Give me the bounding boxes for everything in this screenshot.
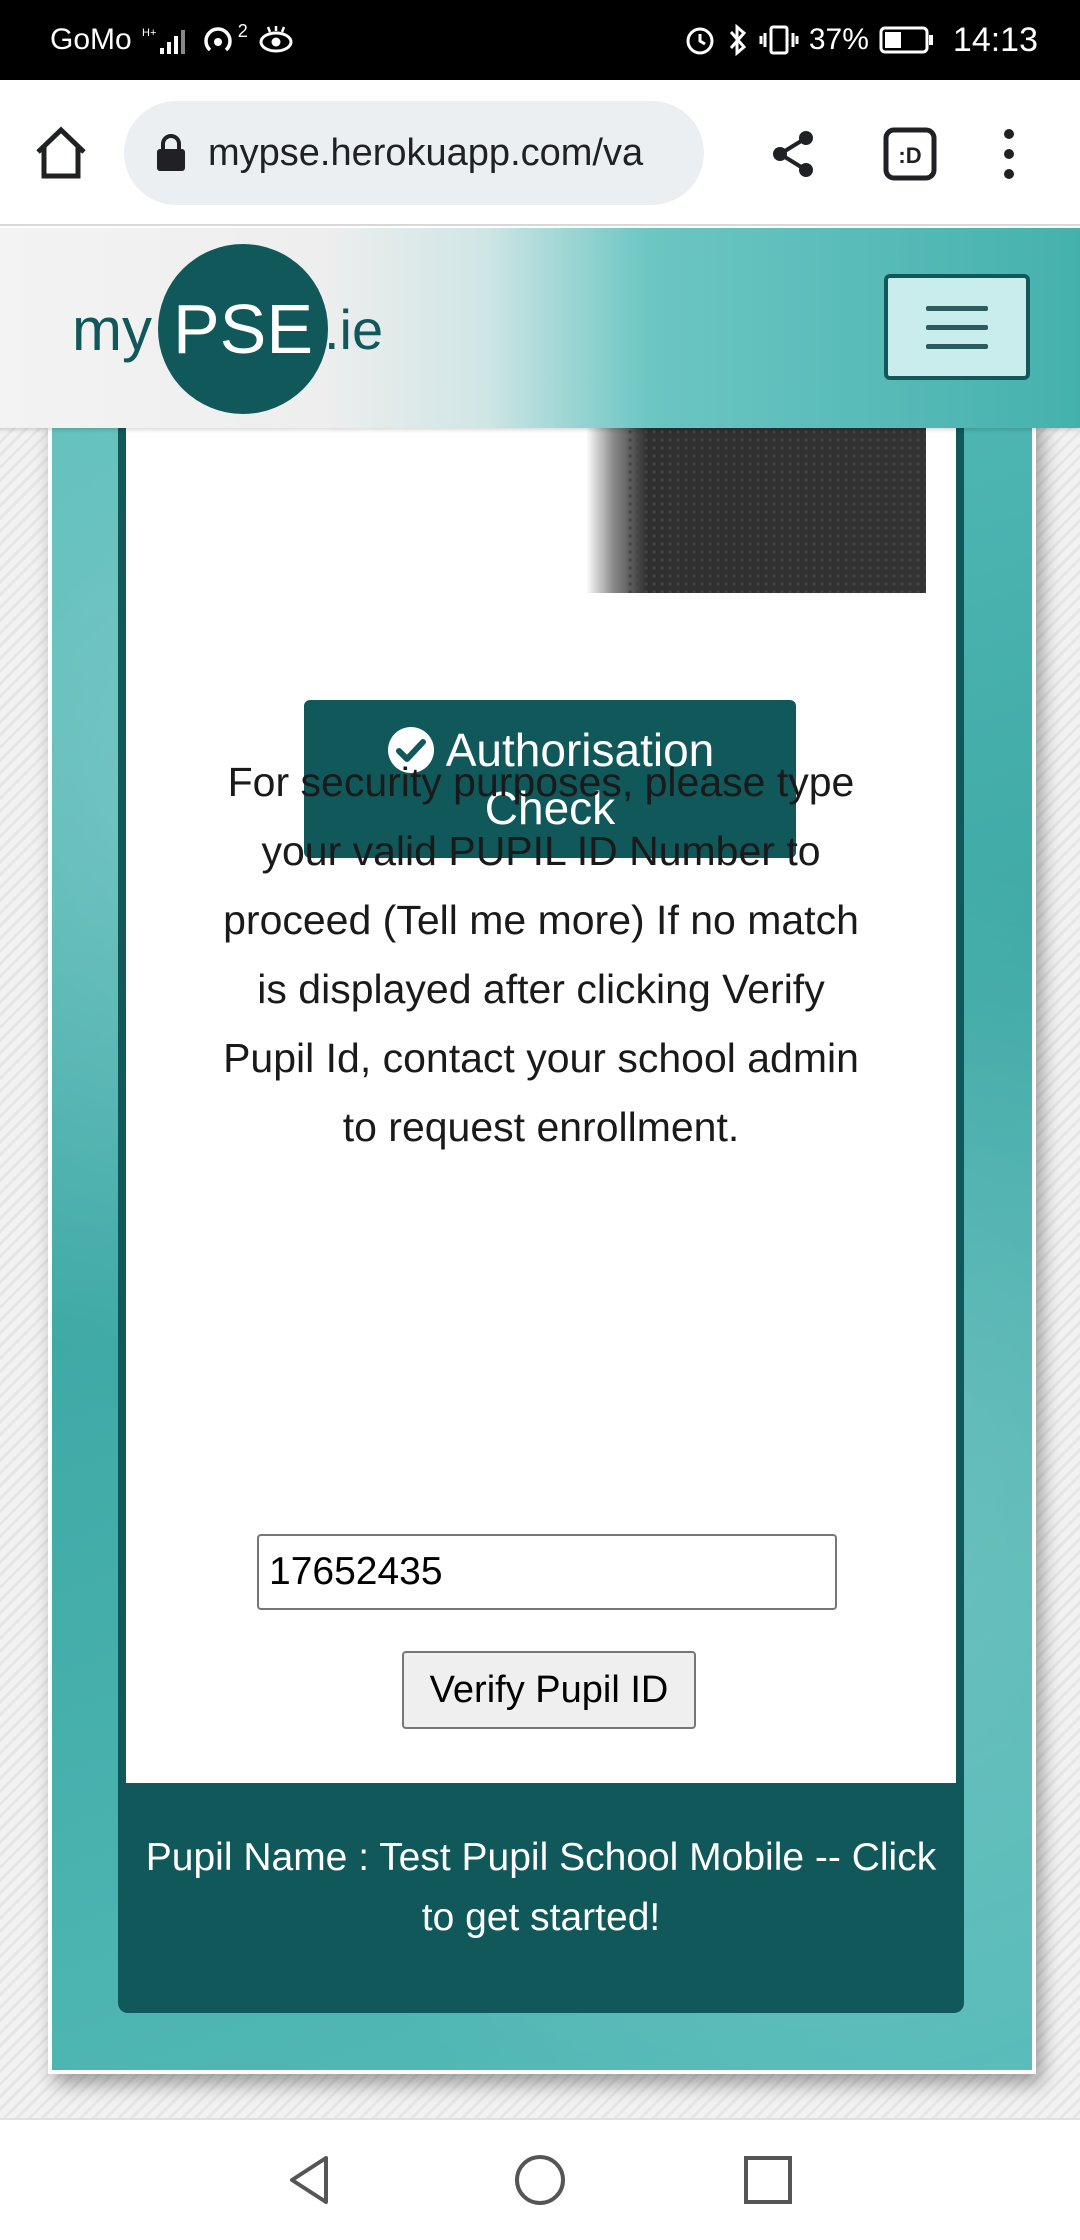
status-bar: GoMo H+ 2 37% 14:13 <box>0 0 1080 80</box>
alarm-icon <box>683 23 717 57</box>
url-bar[interactable]: mypse.herokuapp.com/va <box>124 101 704 205</box>
tabs-label: :D <box>898 143 921 168</box>
system-nav-bar <box>0 2118 1080 2240</box>
back-icon[interactable] <box>282 2152 338 2208</box>
site-logo[interactable]: my PSE .ie <box>72 244 383 414</box>
home-circle-icon[interactable] <box>512 2152 568 2208</box>
security-description: For security purposes, please type your … <box>223 759 859 1150</box>
battery-icon <box>879 25 935 55</box>
share-icon[interactable] <box>764 124 824 184</box>
hotspot-icon <box>202 22 242 58</box>
site-header: my PSE .ie <box>0 228 1080 428</box>
battery-percent: 37% <box>808 23 869 56</box>
svg-text:H+: H+ <box>142 27 156 39</box>
tabs-icon[interactable]: :D <box>880 124 940 184</box>
lock-icon <box>154 133 188 173</box>
hotspot-count: 2 <box>237 20 248 41</box>
logo-ie: .ie <box>323 297 384 361</box>
clock: 14:13 <box>952 20 1038 59</box>
signal-icon: H+ <box>142 24 192 56</box>
auth-card: Authorisation Check For security purpose… <box>118 228 964 2013</box>
web-page: Authorisation Check For security purpose… <box>0 228 1080 2118</box>
recent-apps-icon[interactable] <box>742 2154 794 2206</box>
hamburger-icon[interactable] <box>884 274 1030 380</box>
pupil-name-link[interactable]: Pupil Name : Test Pupil School Mobile --… <box>138 1828 944 1948</box>
url-text: mypse.herokuapp.com/va <box>208 131 644 174</box>
logo-my: my <box>72 295 152 363</box>
logo-pse: PSE <box>157 244 328 414</box>
eye-icon <box>258 25 294 55</box>
vibrate-icon <box>759 23 799 57</box>
pupil-id-input[interactable] <box>257 1534 837 1610</box>
verify-pupil-id-button[interactable]: Verify Pupil ID <box>402 1651 696 1729</box>
card-body: Authorisation Check For security purpose… <box>126 228 956 1783</box>
menu-icon[interactable] <box>994 124 1024 184</box>
bluetooth-icon <box>727 23 749 57</box>
home-icon[interactable] <box>30 122 92 184</box>
carrier-label: GoMo <box>50 23 132 56</box>
browser-toolbar: mypse.herokuapp.com/va :D <box>0 80 1080 226</box>
